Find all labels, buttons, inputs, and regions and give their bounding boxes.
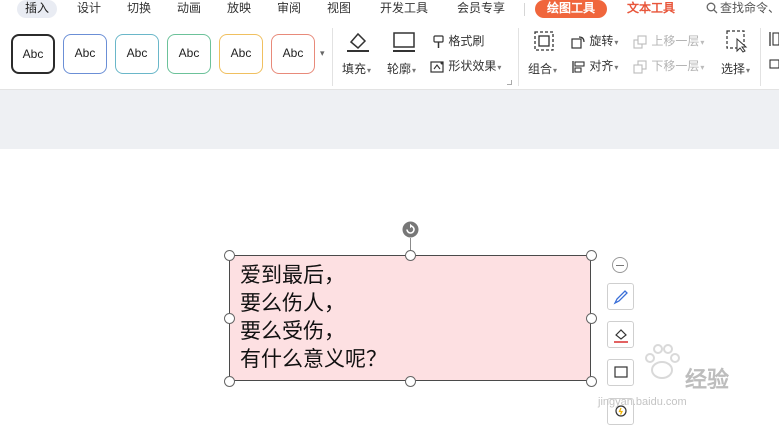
fill-bucket-icon xyxy=(347,32,369,52)
more-tools-icon[interactable] xyxy=(767,30,779,80)
dialog-launcher-icon[interactable] xyxy=(507,80,512,85)
tab-insert[interactable]: 插入 xyxy=(17,0,58,18)
rotate-icon xyxy=(571,36,585,49)
tab-transitions[interactable]: 切换 xyxy=(127,0,151,18)
fill-bucket-icon xyxy=(614,329,628,343)
command-search[interactable]: 查找命令、 xyxy=(706,0,779,18)
select-button[interactable]: 选择▾ xyxy=(721,60,750,77)
tab-design[interactable]: 设计 xyxy=(77,0,101,18)
rotate-label: 旋转 xyxy=(589,34,614,48)
outline-icon xyxy=(393,32,415,52)
fill-button[interactable]: 填充▾ xyxy=(342,60,371,77)
ribbon-divider xyxy=(760,28,761,86)
group-icon xyxy=(534,31,554,51)
bring-forward-icon xyxy=(633,35,647,49)
resize-handle-top-right[interactable] xyxy=(586,250,597,261)
text-line: 爱到最后， xyxy=(240,263,345,287)
bring-forward-button[interactable]: 上移一层▾ xyxy=(633,32,704,49)
send-backward-button[interactable]: 下移一层▾ xyxy=(633,57,704,74)
shape-effects-button[interactable]: 形状效果▾ xyxy=(430,57,501,74)
fill-label: 填充 xyxy=(342,62,367,76)
watermark-text: 经验 xyxy=(685,368,730,393)
resize-handle-top-left[interactable] xyxy=(224,250,235,261)
tab-slideshow[interactable]: 放映 xyxy=(227,0,251,18)
resize-handle-top[interactable] xyxy=(405,250,416,261)
bring-forward-label: 上移一层 xyxy=(651,34,700,48)
tab-animations[interactable]: 动画 xyxy=(177,0,201,18)
resize-handle-bottom-right[interactable] xyxy=(586,376,597,387)
tab-view[interactable]: 视图 xyxy=(327,0,351,18)
rotate-handle-icon[interactable] xyxy=(402,221,419,238)
text-line: 有什么意义呢？ xyxy=(240,347,387,371)
shape-effects-label: 形状效果 xyxy=(448,59,497,73)
send-backward-label: 下移一层 xyxy=(651,59,700,73)
resize-handle-bottom-left[interactable] xyxy=(224,376,235,387)
menu-divider xyxy=(524,3,525,16)
resize-handle-right[interactable] xyxy=(586,313,597,324)
quick-outline-button[interactable] xyxy=(607,359,634,386)
ribbon-divider xyxy=(332,28,333,86)
brush-icon xyxy=(613,290,628,305)
shape-style-1[interactable]: Abc xyxy=(11,34,55,74)
shape-style-5[interactable]: Abc xyxy=(219,34,263,74)
tab-review[interactable]: 审阅 xyxy=(277,0,301,18)
outline-label: 轮廓 xyxy=(387,62,412,76)
text-line: 要么伤人， xyxy=(240,291,345,315)
select-label: 选择 xyxy=(721,62,746,76)
resize-handle-left[interactable] xyxy=(224,313,235,324)
shape-style-4[interactable]: Abc xyxy=(167,34,211,74)
format-painter-label: 格式刷 xyxy=(448,34,485,48)
shape-style-3[interactable]: Abc xyxy=(115,34,159,74)
textbox-content[interactable]: 爱到最后， 要么伤人， 要么受伤， 有什么意义呢？ xyxy=(240,261,387,373)
search-label: 查找命令、 xyxy=(720,1,779,15)
quick-fill-button[interactable] xyxy=(607,321,634,348)
format-painter-button[interactable]: 格式刷 xyxy=(432,32,484,49)
group-button[interactable]: 组合▾ xyxy=(528,60,557,77)
outline-icon xyxy=(614,366,628,378)
watermark-url: jingyan.baidu.com xyxy=(598,396,687,408)
workspace-gap xyxy=(0,90,779,149)
send-backward-icon xyxy=(633,60,647,74)
selected-textbox-shape[interactable]: 爱到最后， 要么伤人， 要么受伤， 有什么意义呢？ xyxy=(229,255,591,381)
select-icon xyxy=(726,30,748,53)
tab-developer[interactable]: 开发工具 xyxy=(380,0,428,18)
resize-handle-bottom[interactable] xyxy=(405,376,416,387)
text-line: 要么受伤， xyxy=(240,319,345,343)
collapse-toolbar-button[interactable] xyxy=(612,257,628,273)
shape-style-2[interactable]: Abc xyxy=(63,34,107,74)
tab-text-tools[interactable]: 文本工具 xyxy=(627,0,675,18)
paw-watermark-icon xyxy=(645,344,680,379)
outline-button[interactable]: 轮廓▾ xyxy=(387,60,416,77)
shape-style-6[interactable]: Abc xyxy=(271,34,315,74)
quick-style-button[interactable] xyxy=(607,283,634,310)
format-painter-icon xyxy=(433,35,444,48)
tab-member[interactable]: 会员专享 xyxy=(457,0,505,18)
menu-bar: 插入 设计 切换 动画 放映 审阅 视图 开发工具 会员专享 绘图工具 文本工具… xyxy=(0,0,779,18)
align-icon xyxy=(572,60,585,73)
tab-drawing-tools[interactable]: 绘图工具 xyxy=(535,0,608,18)
shape-effects-icon xyxy=(430,61,444,73)
ribbon: Abc Abc Abc Abc Abc Abc ▾ 填充▾ 轮廓▾ 格式刷 形状… xyxy=(0,18,779,90)
search-icon xyxy=(706,2,718,14)
group-label: 组合 xyxy=(528,62,553,76)
align-button[interactable]: 对齐▾ xyxy=(571,57,618,74)
more-styles-arrow[interactable]: ▾ xyxy=(320,48,325,59)
rotate-button[interactable]: 旋转▾ xyxy=(571,32,618,49)
ribbon-divider xyxy=(518,28,519,86)
align-label: 对齐 xyxy=(589,59,614,73)
